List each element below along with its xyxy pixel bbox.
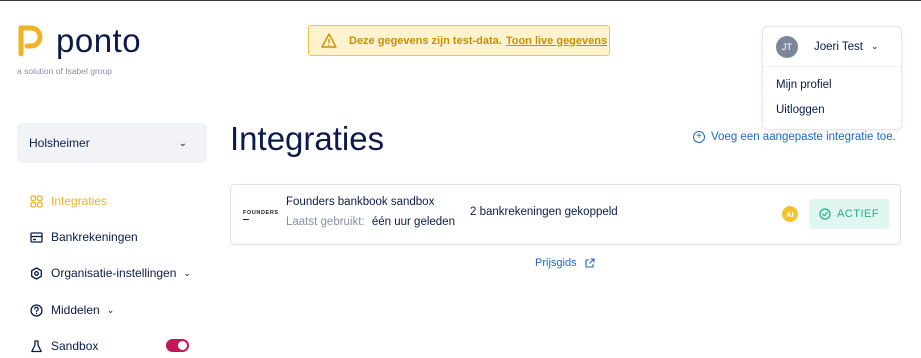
founders-logo: FOUNDERS <box>243 210 279 220</box>
chevron-down-icon: ⌄ <box>183 267 191 278</box>
banner-text: Deze gegevens zijn test-data. <box>349 34 502 47</box>
sidebar-item-label: Integraties <box>51 194 108 208</box>
show-live-data-link[interactable]: Toon live gegevens <box>506 35 607 47</box>
organization-selector[interactable]: Holsheimer ⌄ <box>17 123 207 163</box>
flask-icon <box>31 339 42 352</box>
ai-badge: AI <box>782 206 798 222</box>
chevron-down-icon: ⌄ <box>871 41 879 51</box>
integration-last-used: Laatst gebruikt: één uur geleden <box>286 216 455 228</box>
sidebar-item-middelen[interactable]: Middelen ⌄ <box>30 303 114 317</box>
sidebar-item-integraties[interactable]: Integraties <box>30 194 107 208</box>
pricing-guide-link[interactable]: Prijsgids <box>535 257 595 269</box>
warning-icon <box>321 33 337 48</box>
integration-card[interactable]: FOUNDERS Founders bankbook sandbox Laats… <box>230 184 901 245</box>
last-used-value: één uur geleden <box>371 216 455 228</box>
menu-item-logout[interactable]: Uitloggen <box>763 104 901 116</box>
sidebar-item-label: Sandbox <box>51 339 99 353</box>
help-circle-icon <box>30 303 43 317</box>
status-label: ACTIEF <box>836 208 880 220</box>
bank-card-icon <box>30 231 43 243</box>
brand-tagline: a solution of Isabel group <box>17 66 112 76</box>
sidebar-item-label: Bankrekeningen <box>51 230 138 244</box>
sidebar-item-label: Middelen <box>51 303 100 317</box>
chevron-down-icon: ⌄ <box>106 304 115 315</box>
top-border <box>0 0 921 1</box>
sidebar-item-bankrekeningen[interactable]: Bankrekeningen <box>30 230 138 244</box>
chevron-down-icon: ⌄ <box>178 137 187 149</box>
brand-name: ponto <box>56 22 142 59</box>
avatar: JT <box>776 35 798 58</box>
add-custom-integration-label: Voeg een aangepaste integratie toe. <box>711 131 896 143</box>
integrations-grid-icon <box>30 194 43 208</box>
check-circle-icon <box>819 208 831 220</box>
page-title: Integraties <box>230 120 385 157</box>
status-badge: ACTIEF <box>809 199 889 229</box>
external-link-icon <box>585 257 595 268</box>
sidebar-item-organisatie-instellingen[interactable]: Organisatie-instellingen ⌄ <box>30 266 191 280</box>
sandbox-toggle[interactable] <box>166 339 189 352</box>
organization-name: Holsheimer <box>29 136 90 150</box>
test-data-banner: Deze gegevens zijn test-data. Toon live … <box>308 25 610 56</box>
integration-name: Founders bankbook sandbox <box>286 196 435 208</box>
last-used-label: Laatst gebruikt: <box>286 216 365 228</box>
linked-accounts-count: 2 bankrekeningen gekoppeld <box>470 206 618 218</box>
pricing-guide-label: Prijsgids <box>535 257 577 269</box>
user-menu-toggle[interactable]: JT Joeri Test ⌄ <box>763 27 901 67</box>
add-custom-integration-link[interactable]: + Voeg een aangepaste integratie toe. <box>693 131 896 143</box>
settings-gear-icon <box>31 266 42 280</box>
plus-circle-icon: + <box>693 131 705 143</box>
ponto-logo-icon <box>18 25 43 57</box>
sidebar-item-label: Organisatie-instellingen <box>51 266 177 280</box>
sidebar-item-sandbox: Sandbox <box>30 339 98 353</box>
menu-item-profile[interactable]: Mijn profiel <box>763 79 901 91</box>
user-name: Joeri Test <box>814 40 864 53</box>
brand-logo[interactable]: ponto <box>16 24 141 58</box>
user-dropdown-menu: JT Joeri Test ⌄ Mijn profiel Uitloggen <box>762 26 902 130</box>
